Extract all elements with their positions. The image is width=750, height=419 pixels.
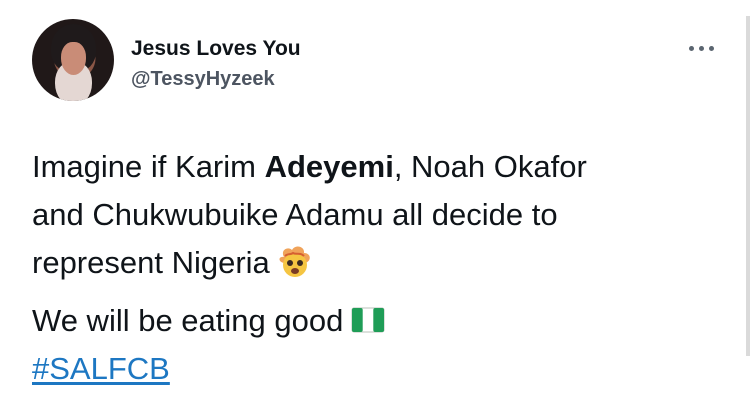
tweet-line-2: and Chukwubuike Adamu all decide to (32, 197, 558, 232)
tweet-line-3: represent Nigeria (32, 239, 722, 287)
avatar[interactable] (32, 19, 114, 101)
tweet-text-segment: We will be eating good (32, 303, 344, 338)
username-handle[interactable]: @TessyHyzeek (131, 67, 301, 91)
more-options-button[interactable] (682, 39, 720, 57)
hashtag-link[interactable]: #SALFCB (32, 345, 722, 393)
tweet-text-segment: , Noah Okafor (393, 149, 587, 184)
tweet-text: Imagine if Karim Adeyemi, Noah Okafor an… (32, 143, 722, 393)
bold-name: Adeyemi (264, 149, 394, 184)
nigeria-flag-icon (351, 307, 385, 333)
display-name[interactable]: Jesus Loves You (131, 37, 301, 61)
scrollbar[interactable] (746, 16, 750, 356)
tweet-text-segment: represent Nigeria (32, 245, 270, 280)
author-info: Jesus Loves You @TessyHyzeek (131, 37, 301, 91)
more-options-icon (688, 45, 694, 51)
exploding-head-icon (279, 246, 310, 277)
more-options-icon (708, 45, 714, 51)
more-options-icon (698, 45, 704, 51)
tweet-line-4: We will be eating good (32, 297, 722, 345)
tweet-card: Jesus Loves You @TessyHyzeek Imagine if … (0, 0, 750, 419)
tweet-text-segment: Imagine if Karim (32, 149, 265, 184)
tweet-line-1: Imagine if Karim Adeyemi, Noah Okafor (32, 143, 722, 191)
